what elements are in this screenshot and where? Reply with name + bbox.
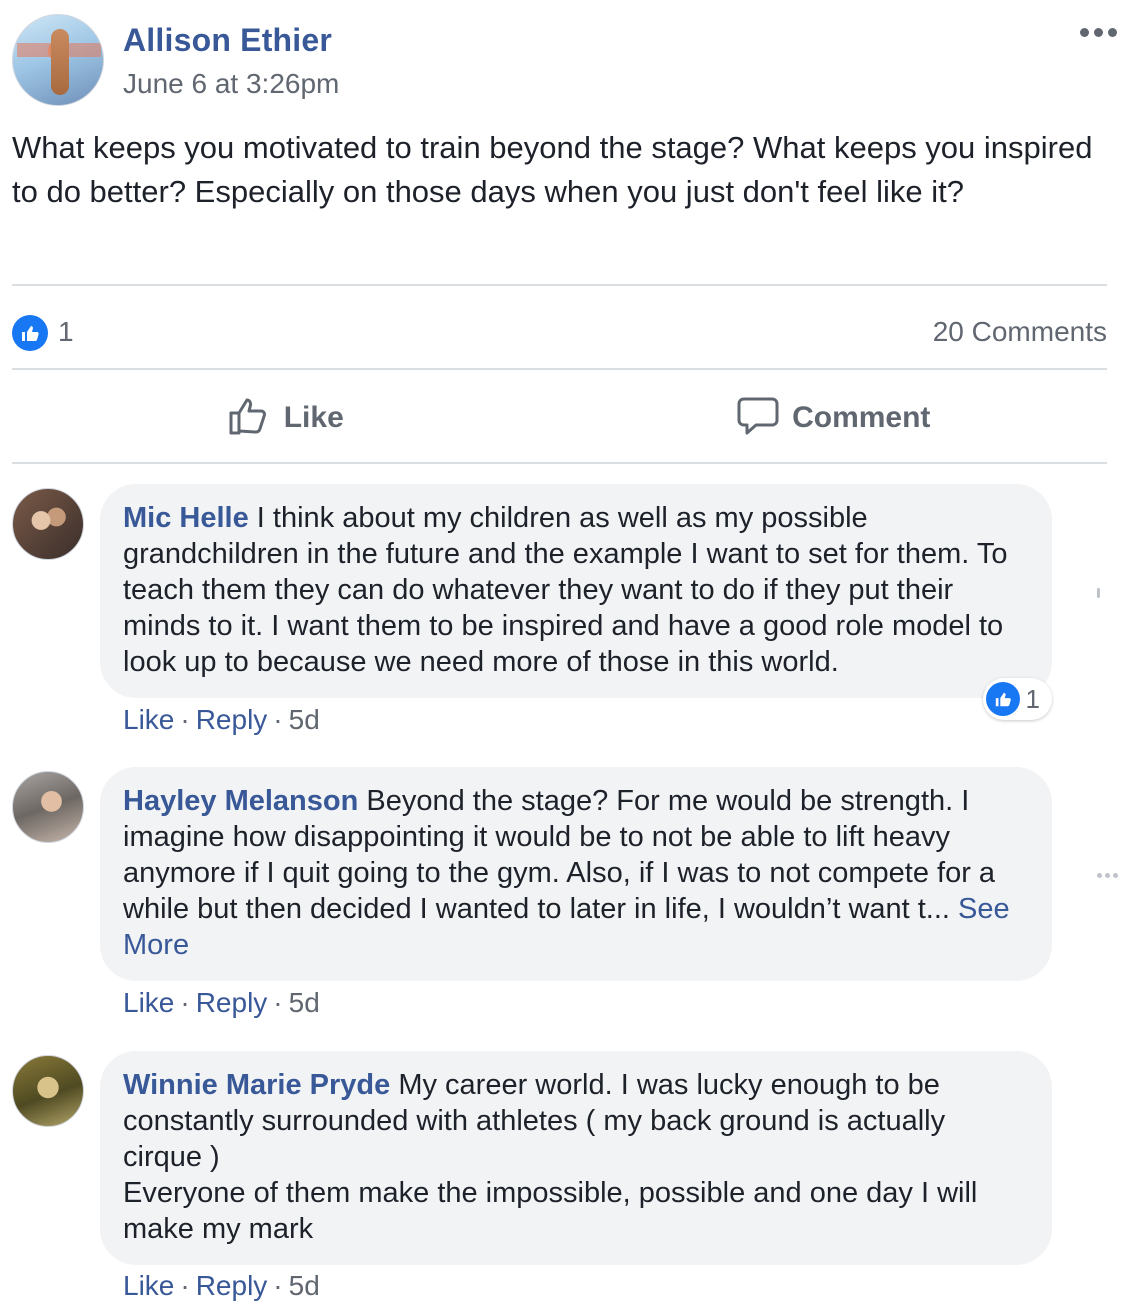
comment-actions: Like · Reply · 5d: [123, 1270, 320, 1302]
comment-button-label: Comment: [792, 401, 931, 434]
separator-dot: ·: [180, 1270, 190, 1301]
post-text: What keeps you motivated to train beyond…: [12, 130, 1093, 209]
divider: [1097, 588, 1100, 598]
separator-dot: ·: [273, 1270, 283, 1301]
comment-actions: Like · Reply · 5d: [123, 987, 320, 1019]
comment-actions: Like · Reply · 5d: [123, 704, 320, 736]
reactions-bar: 1 20 Comments: [12, 310, 1107, 354]
post-timestamp[interactable]: June 6 at 3:26pm: [123, 68, 339, 100]
comment-like-link[interactable]: Like: [123, 704, 174, 735]
like-button-label: Like: [283, 401, 344, 434]
comment-age[interactable]: 5d: [289, 1270, 320, 1301]
comment-author-name[interactable]: Winnie Marie Pryde: [123, 1069, 390, 1101]
comment: Winnie Marie Pryde My career world. I wa…: [12, 1051, 1122, 1301]
comment: Mic Helle I think about my children as w…: [12, 484, 1122, 736]
author-avatar[interactable]: [12, 14, 104, 106]
comment: Hayley Melanson Beyond the stage? For me…: [12, 767, 1122, 1019]
post-actions-bar: Like Comment: [12, 380, 1107, 456]
comment-author-name[interactable]: Hayley Melanson: [123, 785, 358, 817]
separator-dot: ·: [180, 704, 190, 735]
divider: [12, 462, 1107, 464]
comment-button[interactable]: Comment: [560, 380, 1108, 456]
divider: [12, 284, 1107, 286]
like-reaction-icon[interactable]: [12, 315, 48, 351]
comment-options-icon[interactable]: [1097, 873, 1118, 878]
comment-author-name[interactable]: Mic Helle: [123, 502, 249, 534]
post-header: Allison Ethier June 6 at 3:26pm: [12, 12, 1122, 112]
comment-like-link[interactable]: Like: [123, 1270, 174, 1301]
comment-reply-link[interactable]: Reply: [196, 987, 268, 1018]
comment-bubble: Mic Helle I think about my children as w…: [100, 484, 1052, 720]
more-horizontal-icon[interactable]: [1078, 20, 1118, 44]
like-reaction-icon: [985, 682, 1020, 716]
comment-reaction-count: 1: [1025, 684, 1040, 714]
post-comments-count[interactable]: 20 Comments: [933, 316, 1107, 348]
comment-reply-link[interactable]: Reply: [196, 704, 268, 735]
comment-text: Everyone of them make the impossible, po…: [123, 1177, 978, 1245]
separator-dot: ·: [180, 987, 190, 1018]
separator-dot: ·: [273, 987, 283, 1018]
thumbs-up-outline-icon: [228, 396, 272, 441]
comment-text: I think about my children as well as my …: [123, 502, 1008, 678]
comment-bubble: Winnie Marie Pryde My career world. I wa…: [100, 1051, 1052, 1265]
speech-bubble-icon: [736, 396, 780, 441]
comment-reply-link[interactable]: Reply: [196, 1270, 268, 1301]
avatar-figure: [51, 29, 69, 95]
comment-like-link[interactable]: Like: [123, 987, 174, 1018]
comment-bubble: Hayley Melanson Beyond the stage? For me…: [100, 767, 1052, 981]
comment-age[interactable]: 5d: [289, 987, 320, 1018]
like-button[interactable]: Like: [12, 380, 560, 456]
commenter-avatar[interactable]: [12, 488, 84, 560]
post-author-name[interactable]: Allison Ethier: [123, 22, 332, 59]
comment-reaction-summary[interactable]: 1: [982, 678, 1052, 720]
divider: [12, 368, 1107, 370]
commenter-avatar[interactable]: [12, 1055, 84, 1127]
post-like-count[interactable]: 1: [58, 316, 74, 348]
comment-age[interactable]: 5d: [289, 704, 320, 735]
commenter-avatar[interactable]: [12, 771, 84, 843]
separator-dot: ·: [273, 704, 283, 735]
